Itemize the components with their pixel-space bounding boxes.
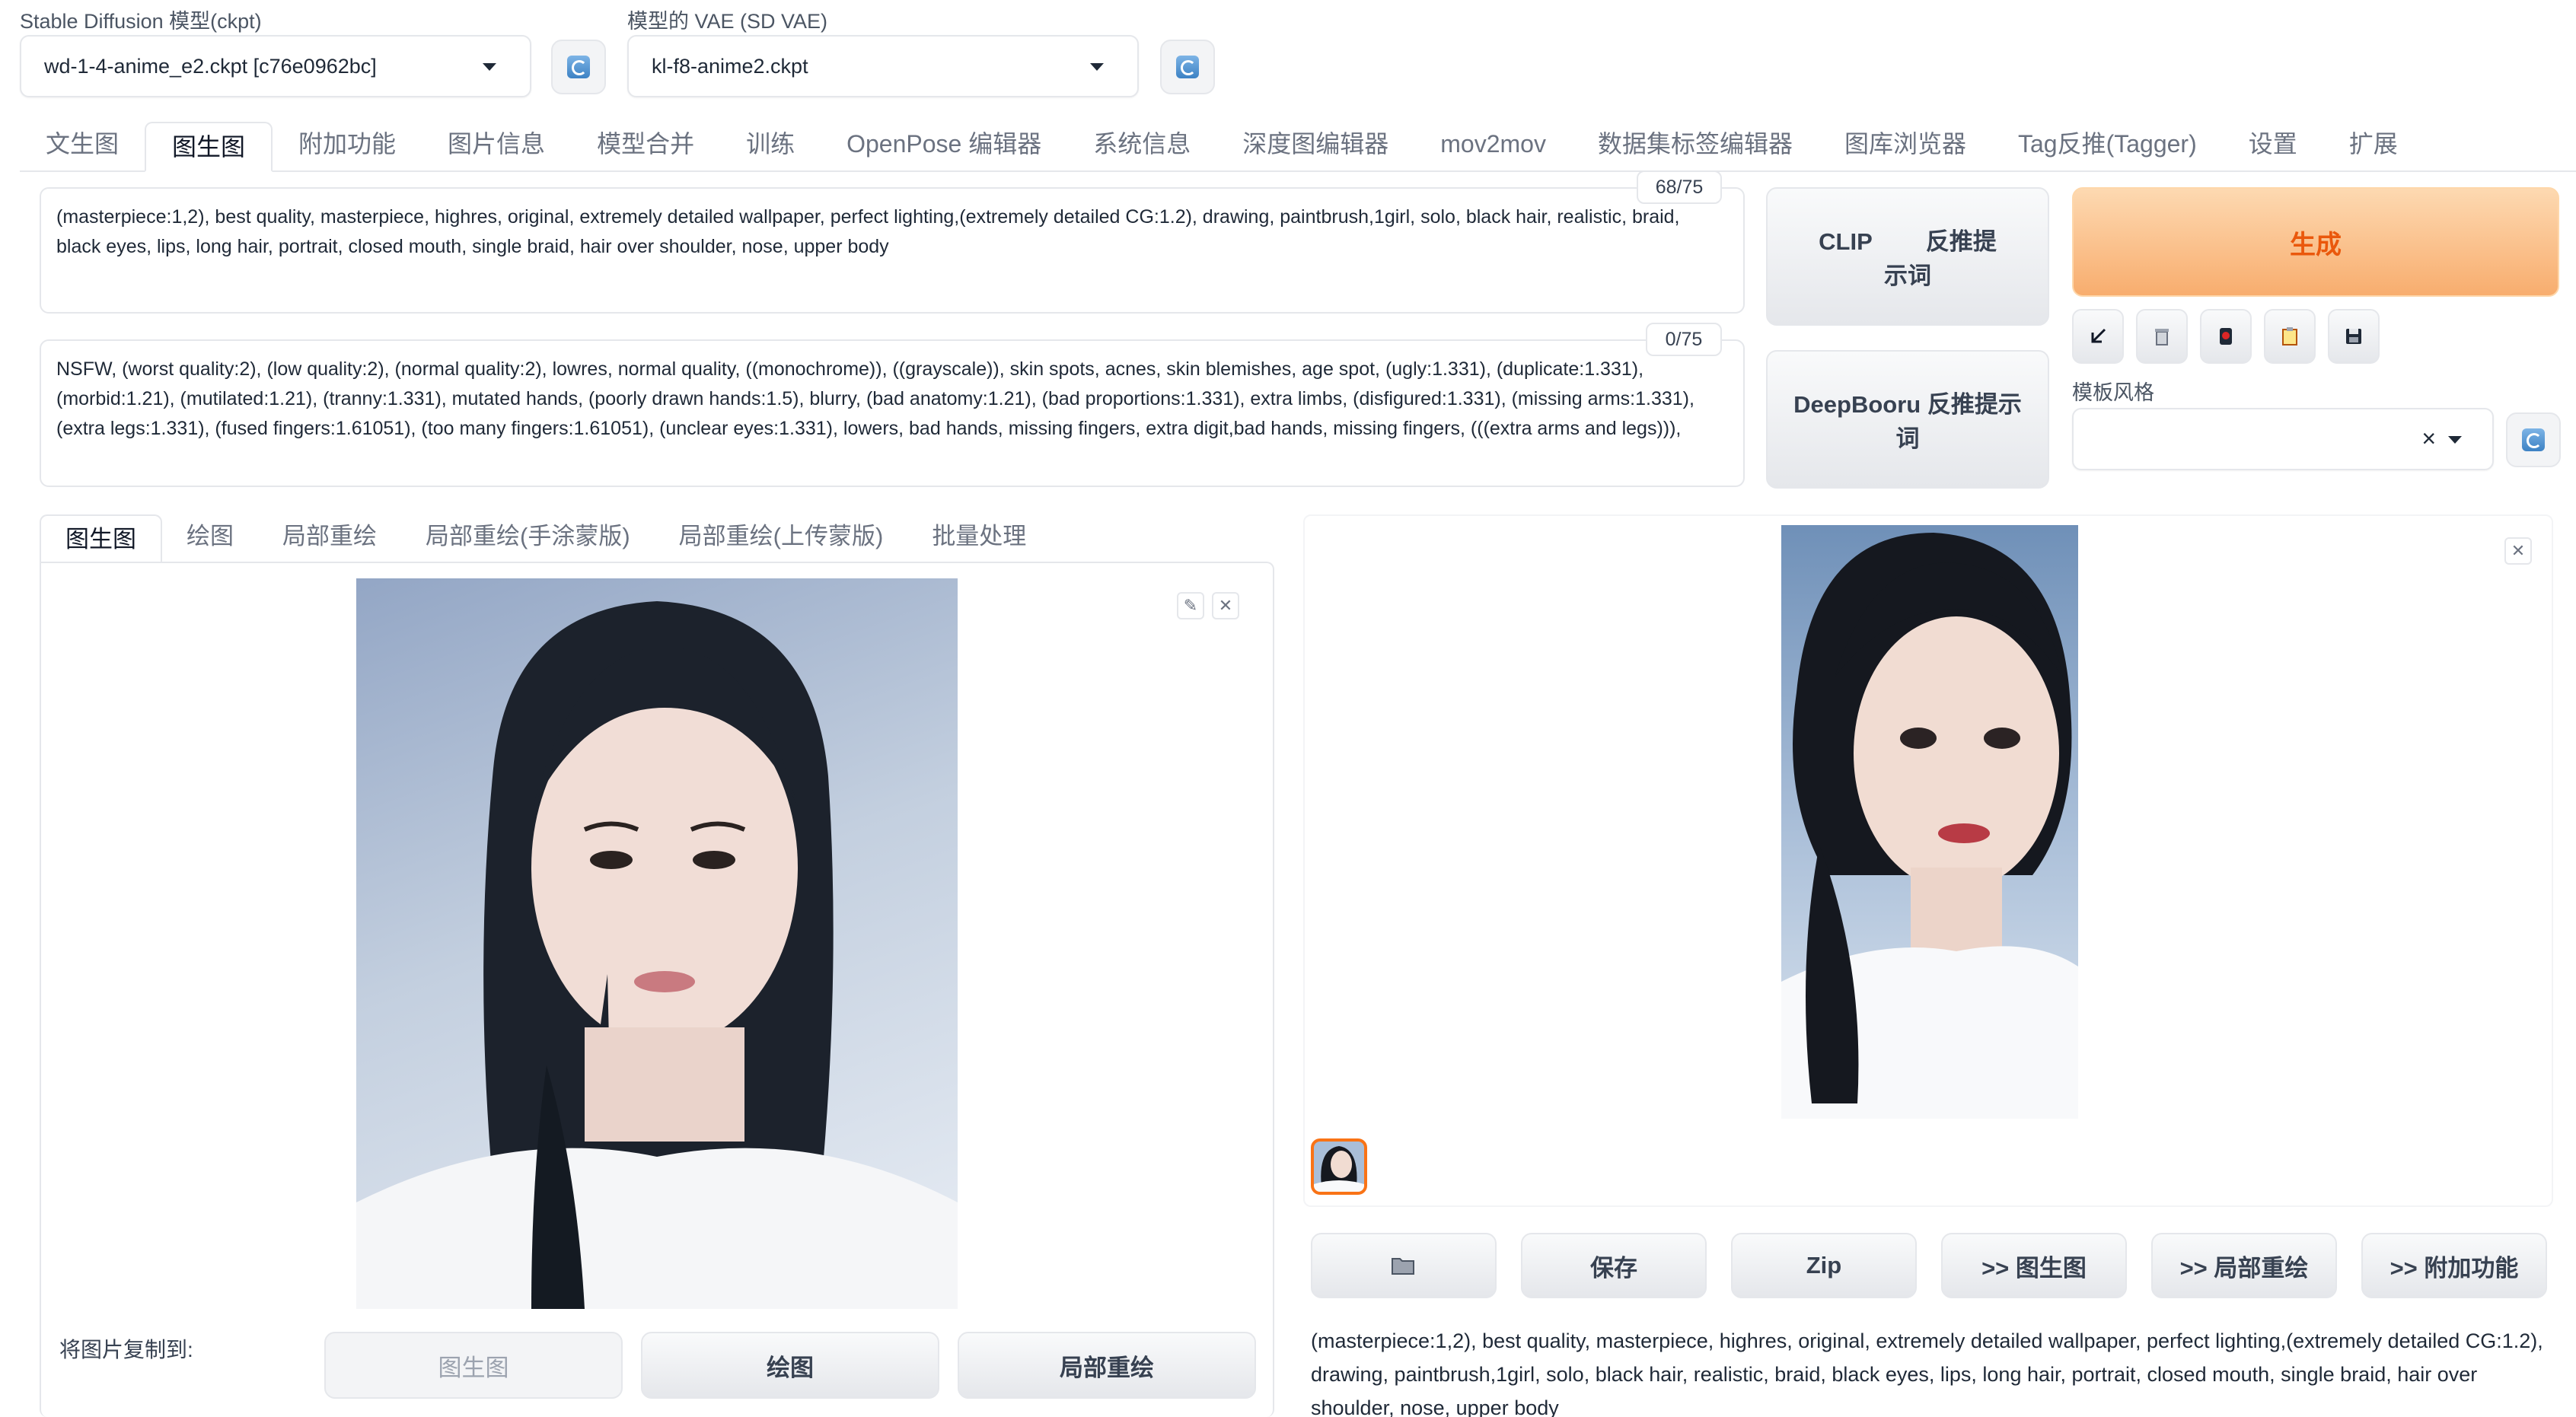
edit-image-button[interactable]: ✎	[1177, 592, 1204, 619]
extra-networks-button[interactable]	[2200, 309, 2252, 364]
styles-clear-button[interactable]: ×	[2421, 425, 2436, 453]
copy-to-sketch-button[interactable]: 绘图	[641, 1332, 939, 1399]
prompt-textarea[interactable]: (masterpiece:1,2), best quality, masterp…	[40, 187, 1745, 314]
vae-value: kl-f8-anime2.ckpt	[652, 54, 808, 78]
input-tab-sketch[interactable]: 绘图	[162, 513, 258, 563]
send-to-inpaint-button[interactable]: >> 局部重绘	[2151, 1233, 2337, 1298]
output-image[interactable]	[1781, 525, 2078, 1119]
close-icon: ✕	[1218, 596, 1233, 615]
tab-checkpoint-merger[interactable]: 模型合并	[571, 120, 720, 170]
tab-img2img[interactable]: 图生图	[145, 122, 273, 172]
tab-depth-editor[interactable]: 深度图编辑器	[1216, 120, 1414, 170]
read-params-button[interactable]	[2072, 309, 2124, 364]
styles-dropdown[interactable]: ×	[2072, 408, 2494, 470]
tab-train[interactable]: 训练	[720, 120, 821, 170]
refresh-icon	[1176, 56, 1199, 78]
deepbooru-label-line1: DeepBooru 反推提示	[1793, 391, 2022, 418]
output-thumbnail[interactable]	[1311, 1138, 1367, 1195]
negative-prompt-textarea[interactable]: NSFW, (worst quality:2), (low quality:2)…	[40, 339, 1745, 487]
prompt-token-counter: 68/75	[1637, 170, 1722, 204]
copy-to-inpaint-button[interactable]: 局部重绘	[958, 1332, 1256, 1399]
input-image[interactable]	[356, 578, 958, 1309]
tab-settings[interactable]: 设置	[2223, 120, 2323, 170]
send-to-img2img-button[interactable]: >> 图生图	[1941, 1233, 2127, 1298]
generation-info-text: (masterpiece:1,2), best quality, masterp…	[1311, 1329, 2543, 1417]
input-tab-img2img[interactable]: 图生图	[40, 514, 162, 565]
send-to-extras-button[interactable]: >> 附加功能	[2361, 1233, 2547, 1298]
floppy-disk-icon	[2346, 329, 2361, 344]
input-tab-batch[interactable]: 批量处理	[907, 513, 1050, 563]
tab-png-info[interactable]: 图片信息	[422, 120, 571, 170]
thumbnail-portrait-drawing	[1314, 1146, 1364, 1192]
ckpt-dropdown[interactable]: wd-1-4-anime_e2.ckpt [c76e0962bc]	[20, 35, 531, 97]
zip-output-button[interactable]: Zip	[1731, 1233, 1917, 1298]
tab-tagger[interactable]: Tag反推(Tagger)	[1992, 120, 2223, 170]
tab-extensions[interactable]: 扩展	[2323, 120, 2424, 170]
clip-label-line2: 示词	[1884, 263, 1931, 289]
tab-txt2img[interactable]: 文生图	[20, 120, 145, 170]
negative-token-counter: 0/75	[1646, 323, 1722, 356]
styles-label: 模板风格	[2072, 381, 2154, 404]
generate-button[interactable]: 生成	[2072, 187, 2559, 297]
tab-extras[interactable]: 附加功能	[273, 120, 422, 170]
trash-icon	[2155, 329, 2169, 345]
tab-dataset-tag-editor[interactable]: 数据集标签编辑器	[1572, 120, 1819, 170]
pencil-icon: ✎	[1183, 596, 1198, 615]
save-style-button[interactable]	[2328, 309, 2380, 364]
clip-interrogate-button[interactable]: CLIP 反推提 示词	[1766, 187, 2049, 326]
apply-style-button[interactable]	[2264, 309, 2316, 364]
copy-to-img2img-button[interactable]: 图生图	[324, 1332, 623, 1399]
tab-system-info[interactable]: 系统信息	[1067, 120, 1216, 170]
save-output-button[interactable]: 保存	[1521, 1233, 1707, 1298]
folder-icon	[1392, 1258, 1414, 1275]
input-tab-inpaint-upload[interactable]: 局部重绘(上传蒙版)	[655, 513, 908, 563]
chevron-down-icon	[483, 63, 496, 71]
clip-label-line1: CLIP 反推提	[1819, 228, 1997, 255]
refresh-icon	[567, 56, 590, 78]
input-tab-inpaint[interactable]: 局部重绘	[258, 513, 401, 563]
vae-refresh-button[interactable]	[1160, 40, 1215, 94]
chevron-down-icon	[1090, 63, 1104, 71]
deepbooru-label-line2: 词	[1895, 425, 1920, 452]
clipboard-icon	[2282, 327, 2297, 345]
styles-refresh-button[interactable]	[2506, 412, 2561, 467]
clear-image-button[interactable]: ✕	[1212, 592, 1239, 619]
input-tab-inpaint-sketch[interactable]: 局部重绘(手涂蒙版)	[401, 513, 655, 563]
tab-openpose-editor[interactable]: OpenPose 编辑器	[821, 120, 1067, 170]
main-tabbar: 文生图 图生图 附加功能 图片信息 模型合并 训练 OpenPose 编辑器 系…	[20, 120, 2576, 172]
red-card-icon	[2220, 328, 2232, 345]
vae-dropdown[interactable]: kl-f8-anime2.ckpt	[627, 35, 1139, 97]
close-gallery-button[interactable]: ✕	[2504, 537, 2532, 565]
deepbooru-interrogate-button[interactable]: DeepBooru 反推提示 词	[1766, 350, 2049, 489]
copy-to-label: 将图片复制到:	[59, 1338, 193, 1361]
close-icon: ✕	[2511, 541, 2526, 560]
refresh-icon	[2522, 428, 2545, 451]
open-folder-button[interactable]	[1311, 1233, 1497, 1298]
ckpt-label: Stable Diffusion 模型(ckpt)	[20, 10, 262, 33]
tab-image-browser[interactable]: 图库浏览器	[1819, 120, 1992, 170]
output-portrait-drawing	[1781, 533, 2078, 1119]
arrow-down-left-icon	[2091, 328, 2106, 343]
input-portrait-drawing	[356, 601, 958, 1309]
tab-mov2mov[interactable]: mov2mov	[1414, 120, 1572, 170]
chevron-down-icon	[2448, 436, 2462, 444]
clear-prompt-button[interactable]	[2136, 309, 2188, 364]
ckpt-refresh-button[interactable]	[551, 40, 606, 94]
vae-label: 模型的 VAE (SD VAE)	[627, 10, 828, 33]
ckpt-value: wd-1-4-anime_e2.ckpt [c76e0962bc]	[44, 54, 377, 78]
input-tabbar: 图生图 绘图 局部重绘 局部重绘(手涂蒙版) 局部重绘(上传蒙版) 批量处理	[40, 513, 1274, 565]
